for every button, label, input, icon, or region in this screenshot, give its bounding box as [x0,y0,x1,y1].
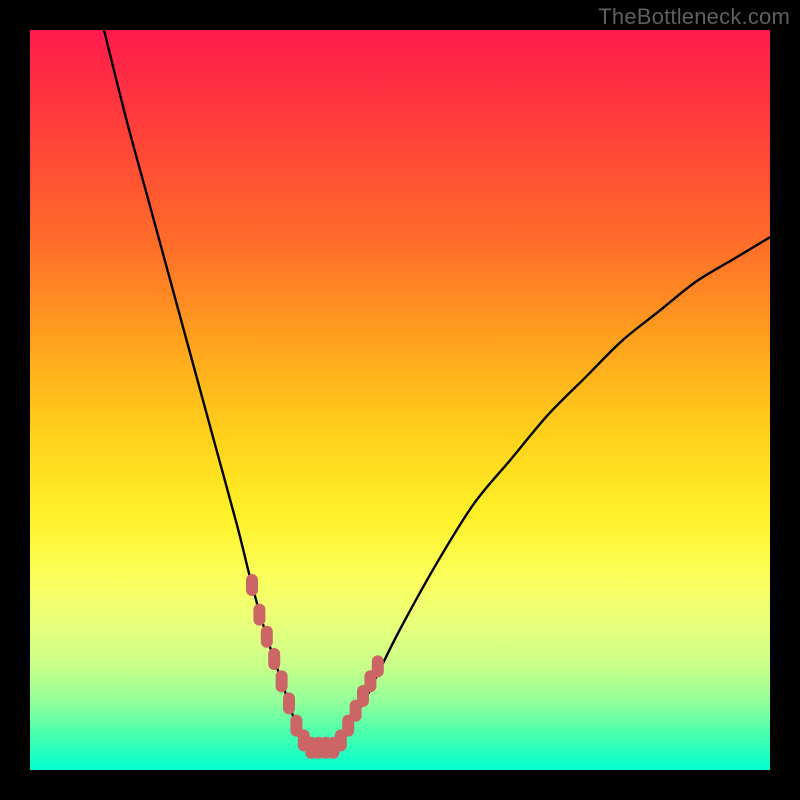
curve-layer [30,30,770,770]
highlight-marker [261,626,273,648]
chart-stage: TheBottleneck.com [0,0,800,800]
plot-area [30,30,770,770]
highlight-markers [246,574,384,759]
highlight-marker [253,604,265,626]
highlight-marker [283,692,295,714]
highlight-marker [372,655,384,677]
bottleneck-curve [104,30,770,748]
highlight-marker [246,574,258,596]
highlight-marker [268,648,280,670]
watermark-text: TheBottleneck.com [598,4,790,30]
highlight-marker [276,670,288,692]
bottleneck-curve-path [104,30,770,748]
